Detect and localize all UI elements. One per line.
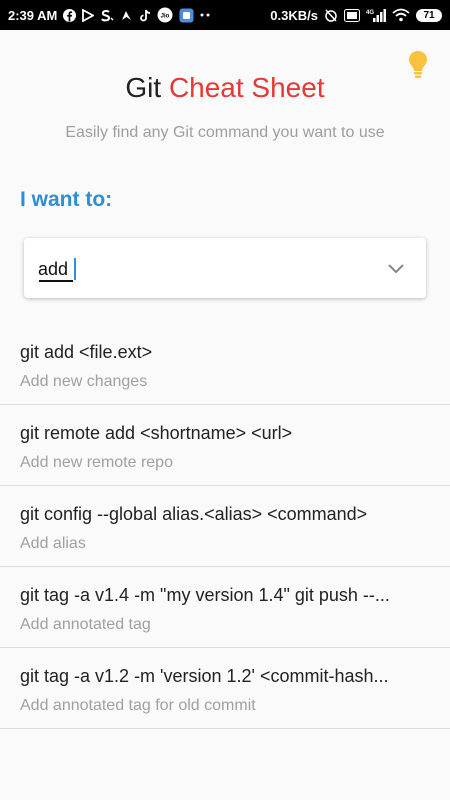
command-select[interactable] (24, 238, 426, 298)
svg-text:Jio: Jio (161, 14, 170, 20)
command-text: git tag -a v1.2 -m 'version 1.2' <commit… (20, 666, 389, 686)
blue-app-icon (179, 8, 194, 23)
chevron-down-icon[interactable] (388, 261, 404, 279)
list-item[interactable]: git config --global alias.<alias> <comma… (0, 486, 450, 567)
facebook-icon (63, 8, 77, 22)
status-bar-left: 2:39 AM Jio (8, 7, 210, 23)
command-description: Add new changes (20, 373, 148, 390)
net-speed: 0.3KB/s (270, 7, 318, 23)
more-notifications-icon (200, 13, 210, 17)
command-text: git tag -a v1.4 -m "my version 1.4" git … (20, 585, 390, 605)
status-bar: 2:39 AM Jio 0.3KB/s 4G 71 (0, 0, 450, 30)
command-description: Add new remote repo (20, 454, 173, 471)
jio-icon: Jio (157, 7, 173, 23)
volte-icon (344, 8, 360, 22)
command-description: Add annotated tag for old commit (20, 697, 256, 714)
command-text: git add <file.ext> (20, 342, 153, 362)
battery-icon: 71 (416, 8, 442, 22)
app-s-icon (100, 9, 114, 22)
page-subtitle: Easily find any Git command you want to … (65, 124, 385, 141)
text-cursor (74, 258, 76, 280)
list-item[interactable]: git remote add <shortname> <url> Add new… (0, 405, 450, 486)
search-input[interactable] (38, 256, 358, 282)
status-time: 2:39 AM (8, 7, 58, 23)
list-item[interactable]: git tag -a v1.4 -m "my version 1.4" git … (0, 567, 450, 648)
title-accent: Cheat Sheet (168, 72, 325, 103)
status-bar-right: 0.3KB/s 4G 71 (270, 8, 442, 23)
command-list: git add <file.ext> Add new changes git r… (0, 324, 450, 729)
list-item[interactable]: git add <file.ext> Add new changes (0, 324, 450, 405)
play-store-icon (82, 8, 95, 22)
network-type-label: 4G (366, 10, 374, 16)
tiktok-icon (139, 9, 151, 22)
input-underline (39, 280, 73, 282)
alarm-off-icon (324, 8, 338, 22)
command-text: git config --global alias.<alias> <comma… (20, 504, 368, 524)
page-title: Git Cheat Sheet (0, 72, 450, 104)
compass-icon (120, 9, 133, 22)
command-description: Add alias (20, 535, 86, 552)
wifi-icon (392, 8, 410, 22)
signal-icon: 4G (366, 8, 386, 22)
title-prefix: Git (125, 72, 162, 103)
command-text: git remote add <shortname> <url> (20, 423, 293, 443)
command-description: Add annotated tag (20, 616, 151, 633)
prompt-label: I want to: (20, 188, 113, 211)
list-item[interactable]: git tag -a v1.2 -m 'version 1.2' <commit… (0, 648, 450, 729)
